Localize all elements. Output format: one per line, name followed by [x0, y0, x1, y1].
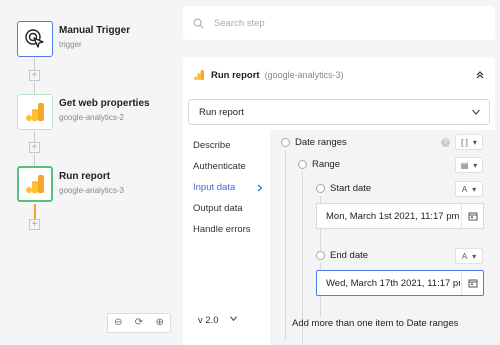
chevron-down-icon: ▾	[473, 160, 478, 170]
start-date-label: Start date	[330, 183, 372, 194]
search-step-input[interactable]	[214, 17, 464, 29]
selected-connector-line	[34, 204, 36, 219]
end-date-label: End date	[330, 250, 369, 261]
start-date-toggle[interactable]	[316, 184, 325, 193]
subnav-handle-errors[interactable]: Handle errors	[193, 224, 251, 235]
text-type-icon: A	[461, 184, 468, 194]
cursor-click-icon	[25, 29, 44, 48]
subnav-output-data[interactable]: Output data	[193, 203, 243, 214]
subnav-describe[interactable]: Describe	[193, 140, 231, 151]
chevron-right-icon	[257, 184, 263, 192]
text-type-icon: A	[461, 251, 468, 261]
version-value: v 2.0	[198, 315, 219, 326]
run-report-node[interactable]	[17, 166, 53, 202]
help-icon[interactable]: ?	[441, 138, 450, 147]
node-subtitle: trigger	[59, 40, 82, 49]
date-ranges-type-button[interactable]: [ ] ▾	[455, 134, 483, 150]
range-toggle[interactable]	[298, 160, 307, 169]
zoom-out-icon[interactable]: ⊖	[114, 318, 122, 328]
input-data-form: Date ranges ? [ ] ▾ Range ▤ ▾ Start date…	[270, 130, 495, 345]
connector-line	[34, 82, 35, 94]
object-type-icon: ▤	[460, 160, 469, 170]
node-subtitle: google-analytics-3	[59, 186, 124, 195]
date-ranges-toggle[interactable]	[281, 138, 290, 147]
start-date-value: Mon, March 1st 2021, 11:17 pm	[326, 210, 460, 222]
add-step-button[interactable]: +	[29, 219, 40, 230]
collapse-panel-icon[interactable]	[475, 70, 485, 80]
search-bar	[183, 6, 495, 40]
manual-trigger-label: Manual Trigger trigger	[59, 25, 130, 49]
connector-line	[34, 154, 35, 166]
chevron-down-icon: ▾	[472, 137, 477, 147]
run-report-label: Run report google-analytics-3	[59, 171, 124, 195]
step-config-panel: Run report (google-analytics-3) Run repo…	[183, 57, 495, 345]
end-date-value: Wed, March 17th 2021, 11:17 pm	[326, 277, 460, 289]
node-title: Run report	[59, 171, 111, 182]
node-subtitle: google-analytics-2	[59, 113, 124, 122]
chevron-down-icon	[230, 316, 238, 322]
calendar-icon[interactable]	[461, 204, 483, 228]
add-step-button[interactable]: +	[29, 70, 40, 81]
manual-trigger-node[interactable]	[17, 21, 53, 57]
date-ranges-label: Date ranges	[295, 137, 347, 148]
get-web-properties-label: Get web properties google-analytics-2	[59, 98, 150, 122]
add-step-button[interactable]: +	[29, 142, 40, 153]
tree-line	[285, 150, 286, 340]
subnav-input-data[interactable]: Input data	[193, 182, 235, 193]
start-date-input[interactable]: Mon, March 1st 2021, 11:17 pm	[316, 203, 484, 229]
chevron-down-icon: ▾	[472, 251, 477, 261]
array-type-icon: [ ]	[461, 137, 468, 147]
operation-select[interactable]: Run report	[188, 99, 490, 125]
google-analytics-icon	[26, 175, 44, 193]
chevron-down-icon	[472, 109, 480, 115]
add-more-items-link[interactable]: Add more than one item to Date ranges	[292, 318, 458, 329]
end-date-toggle[interactable]	[316, 251, 325, 260]
connector-line	[34, 131, 35, 142]
panel-subtitle: (google-analytics-3)	[264, 70, 344, 80]
chevron-down-icon: ▾	[472, 184, 477, 194]
range-label: Range	[312, 159, 340, 170]
start-date-type-button[interactable]: A ▾	[455, 181, 483, 197]
node-title: Get web properties	[59, 98, 150, 109]
reset-view-icon[interactable]: ⟳	[135, 318, 143, 328]
zoom-controls: ⊖ ⟳ ⊕	[107, 313, 171, 333]
panel-title: Run report	[211, 69, 260, 81]
calendar-icon[interactable]	[461, 271, 483, 295]
workflow-canvas: Manual Trigger trigger + Get web propert…	[0, 0, 178, 345]
version-select[interactable]: v 2.0	[198, 314, 238, 326]
google-analytics-icon	[194, 70, 204, 80]
panel-header: Run report (google-analytics-3)	[193, 67, 485, 83]
node-title: Manual Trigger	[59, 25, 131, 36]
operation-value: Run report	[199, 106, 244, 118]
get-web-properties-node[interactable]	[17, 94, 53, 130]
end-date-input[interactable]: Wed, March 17th 2021, 11:17 pm	[316, 270, 484, 296]
range-type-button[interactable]: ▤ ▾	[455, 157, 483, 173]
end-date-type-button[interactable]: A ▾	[455, 248, 483, 264]
google-analytics-icon	[26, 103, 44, 121]
zoom-in-icon[interactable]: ⊕	[155, 318, 163, 328]
search-icon	[193, 18, 204, 28]
subnav-authenticate[interactable]: Authenticate	[193, 161, 246, 172]
